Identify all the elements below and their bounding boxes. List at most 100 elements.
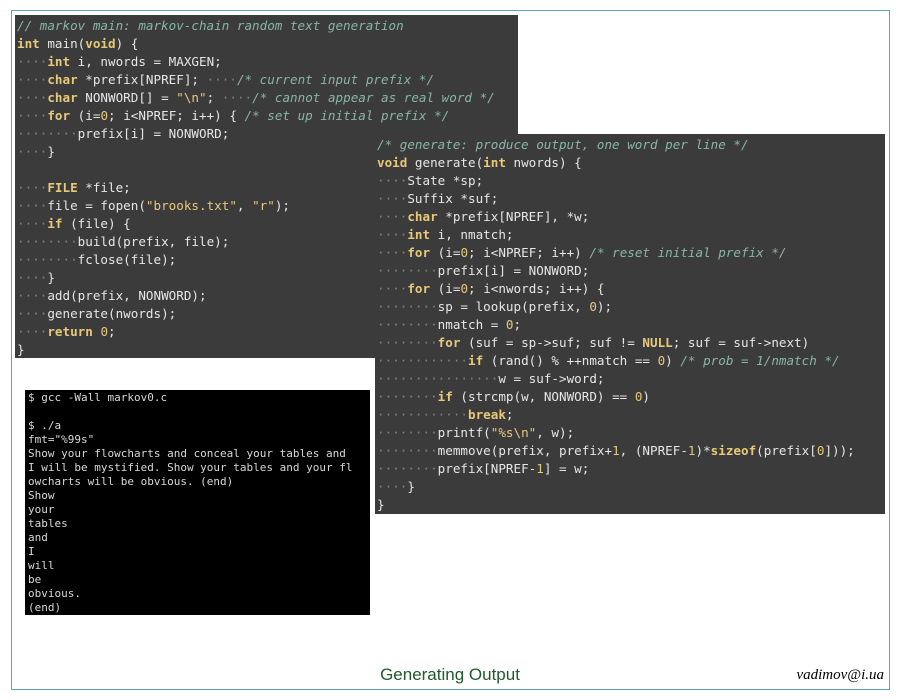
code-token: , w); bbox=[536, 425, 575, 440]
code-line: ········sp = lookup(prefix, 0); bbox=[377, 298, 885, 316]
code-token: , (NPREF- bbox=[619, 443, 688, 458]
code-line: ········printf("%s\n", w); bbox=[377, 424, 885, 442]
code-token: nmatch = bbox=[437, 317, 506, 332]
code-token: int bbox=[407, 227, 431, 242]
code-token: for bbox=[407, 245, 431, 260]
terminal-line: tables bbox=[28, 517, 68, 530]
code-token: ; i<NPREF; i++) { bbox=[108, 108, 245, 123]
code-token: ; bbox=[108, 324, 116, 339]
code-token: ···· bbox=[17, 180, 48, 195]
code-token: if bbox=[437, 389, 453, 404]
code-token: ); bbox=[274, 198, 291, 213]
code-line: ················w = suf->word; bbox=[377, 370, 885, 388]
code-line: ····Suffix *suf; bbox=[377, 190, 885, 208]
code-token: generate( bbox=[407, 155, 484, 170]
code-token: /* cannot appear as real word */ bbox=[252, 90, 495, 105]
code-token: "brooks.txt" bbox=[145, 198, 237, 213]
code-token: add(prefix, NONWORD); bbox=[47, 288, 207, 303]
code-token: 0 bbox=[505, 317, 514, 332]
code-token: (rand() % ++nmatch == bbox=[483, 353, 658, 368]
code-token: char bbox=[407, 209, 438, 224]
code-token: } bbox=[377, 497, 385, 512]
code-token: ···· bbox=[221, 90, 253, 105]
code-token: char bbox=[47, 90, 78, 105]
code-token: ···· bbox=[17, 216, 48, 231]
code-token: *prefix[NPREF]; bbox=[77, 72, 207, 87]
code-token: } bbox=[47, 144, 55, 159]
code-token: prefix[i] = NONWORD; bbox=[437, 263, 590, 278]
terminal-line: $ ./a bbox=[28, 419, 62, 432]
code-token: prefix[i] = NONWORD; bbox=[77, 126, 230, 141]
code-token: NULL bbox=[642, 335, 673, 350]
code-token: State *sp; bbox=[407, 173, 484, 188]
code-token: ···· bbox=[17, 198, 48, 213]
code-token: "r" bbox=[252, 198, 275, 213]
code-token: ···· bbox=[17, 90, 48, 105]
code-token: 1 bbox=[536, 461, 544, 476]
code-token: int bbox=[47, 54, 71, 69]
code-token: NONWORD[] = bbox=[77, 90, 177, 105]
code-line: ····for (i=0; i<NPREF; i++) { /* set up … bbox=[17, 107, 518, 125]
code-token: ···· bbox=[17, 306, 48, 321]
code-token: int bbox=[483, 155, 506, 170]
code-token: ···· bbox=[17, 72, 48, 87]
code-token: if bbox=[468, 353, 484, 368]
code-token: "\n" bbox=[176, 90, 207, 105]
code-token: ···· bbox=[17, 270, 48, 285]
code-token: ···· bbox=[377, 191, 408, 206]
code-token: void bbox=[377, 155, 408, 170]
code-line: ····State *sp; bbox=[377, 172, 885, 190]
terminal-line: $ gcc -Wall markov0.c bbox=[28, 391, 168, 404]
terminal-line: I bbox=[28, 545, 35, 558]
code-token: int bbox=[17, 36, 40, 51]
terminal-line: Show bbox=[28, 489, 55, 502]
code-token: /* reset initial prefix */ bbox=[589, 245, 787, 260]
code-token: (i= bbox=[430, 281, 461, 296]
code-token: ········ bbox=[377, 425, 438, 440]
code-line: void generate(int nwords) { bbox=[377, 154, 885, 172]
code-token: nwords) { bbox=[505, 155, 582, 170]
code-token: for bbox=[47, 108, 71, 123]
generate-function-code-panel: /* generate: produce output, one word pe… bbox=[375, 134, 885, 514]
code-token: for bbox=[437, 335, 461, 350]
code-token: (suf = sp->suf; suf != bbox=[460, 335, 643, 350]
code-token: for bbox=[407, 281, 431, 296]
code-token: ; suf = suf->next) bbox=[672, 335, 810, 350]
code-token: ) bbox=[665, 353, 681, 368]
code-token: return bbox=[47, 324, 93, 339]
code-token: ········ bbox=[17, 252, 78, 267]
code-token: 0 bbox=[589, 299, 597, 314]
code-line: ····char *prefix[NPREF]; ····/* current … bbox=[17, 71, 518, 89]
author-email: vadimov@i.ua bbox=[796, 667, 884, 683]
code-token: main( bbox=[39, 36, 86, 51]
code-token: , bbox=[236, 198, 253, 213]
code-token: 0 bbox=[100, 324, 109, 339]
code-token: i, nwords = MAXGEN; bbox=[70, 54, 222, 69]
code-token: } bbox=[17, 342, 25, 357]
code-token: w = suf->word; bbox=[498, 371, 605, 386]
code-line: ········prefix[NPREF-1] = w; bbox=[377, 460, 885, 478]
code-token: printf( bbox=[437, 425, 491, 440]
code-token: generate(nwords); bbox=[47, 306, 177, 321]
code-line: // markov main: markov-chain random text… bbox=[17, 17, 518, 35]
code-token: Suffix *suf; bbox=[407, 191, 499, 206]
code-line: ····for (i=0; i<nwords; i++) { bbox=[377, 280, 885, 298]
code-token: ················ bbox=[377, 371, 499, 386]
code-token: FILE bbox=[47, 180, 78, 195]
terminal-line: will bbox=[28, 559, 55, 572]
code-token: /* generate: produce output, one word pe… bbox=[377, 137, 749, 152]
code-line: ····} bbox=[377, 478, 885, 496]
code-token: ········ bbox=[377, 317, 438, 332]
code-token: ···· bbox=[377, 209, 408, 224]
code-token: "%s\n" bbox=[490, 425, 537, 440]
code-token: ; bbox=[206, 90, 222, 105]
code-line: ····int i, nwords = MAXGEN; bbox=[17, 53, 518, 71]
code-token: ···· bbox=[377, 227, 408, 242]
code-token: ············ bbox=[377, 407, 468, 422]
code-token: fclose(file); bbox=[77, 252, 177, 267]
code-token: 1 bbox=[612, 443, 620, 458]
code-line: ····char *prefix[NPREF], *w; bbox=[377, 208, 885, 226]
code-token: ) { bbox=[115, 36, 139, 51]
code-token: /* set up initial prefix */ bbox=[244, 108, 450, 123]
